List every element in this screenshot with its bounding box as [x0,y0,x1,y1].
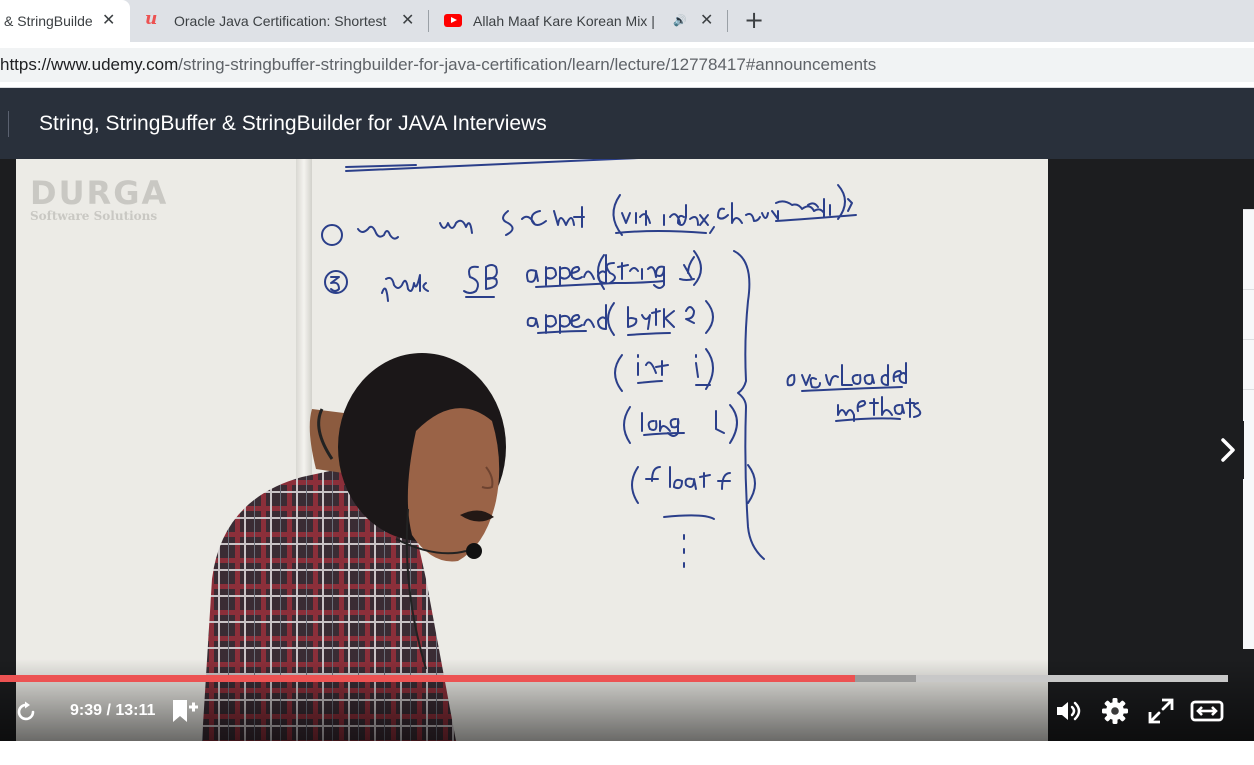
panel-divider [1243,289,1254,290]
fullscreen-icon [1148,698,1174,724]
speaker-icon[interactable]: 🔊 [673,14,687,27]
course-title[interactable]: String, StringBuffer & StringBuilder for… [39,112,547,136]
url-field[interactable]: https://www.udemy.com/string-stringbuffe… [0,48,1254,82]
progress-played [0,675,855,682]
add-bookmark-button[interactable] [170,697,200,725]
tab-separator [727,10,728,32]
youtube-icon [444,14,462,27]
settings-button[interactable] [1100,696,1130,726]
close-icon[interactable]: ✕ [102,10,115,29]
tab-youtube[interactable]: Allah Maaf Kare Korean Mix | 🔊 ✕ [429,0,727,42]
volume-button[interactable] [1054,697,1084,725]
course-header: String, StringBuffer & StringBuilder for… [0,88,1254,159]
page-bottom [0,741,1254,765]
close-icon[interactable]: ✕ [401,10,414,29]
rewind-button[interactable] [14,699,40,725]
expand-view-button[interactable] [1190,698,1224,724]
tab-title: Oracle Java Certification: Shortest [174,13,387,29]
tab-title: & StringBuilder for JAVA Interviews [4,13,92,29]
tab-current[interactable]: & StringBuilder for JAVA Interviews ✕ [0,0,130,42]
playback-time: 9:39 / 13:11 [70,702,156,719]
video-frame[interactable]: DURGA Software Solutions [16,159,1048,741]
video-player[interactable]: DURGA Software Solutions 9:39 / 13:11 [0,159,1254,741]
new-tab-icon[interactable]: + [744,8,764,32]
instructor-figure [202,353,506,741]
progress-bar[interactable] [0,675,1228,682]
chevron-right-icon [1221,438,1235,462]
tab-oracle-java[interactable]: u Oracle Java Certification: Shortest ✕ [130,0,428,42]
panel-divider [1243,209,1254,210]
theater-mode-icon [1190,700,1224,722]
browser-tab-strip: & StringBuilder for JAVA Interviews ✕ u … [0,0,1254,42]
address-bar: https://www.udemy.com/string-stringbuffe… [0,42,1254,88]
url-path: /string-stringbuffer-stringbuilder-for-j… [178,55,877,74]
udemy-icon: u [145,9,158,29]
side-panel [1243,209,1254,649]
header-divider [8,111,9,137]
next-lecture-button[interactable] [1212,421,1244,479]
panel-divider [1243,389,1254,390]
tab-title: Allah Maaf Kare Korean Mix | [473,13,655,29]
close-icon[interactable]: ✕ [700,10,713,29]
volume-icon [1057,701,1081,721]
url-host: https://www.udemy.com [0,55,179,74]
gear-icon [1102,698,1128,724]
rewind-icon [17,701,35,721]
bookmark-add-icon [173,700,198,722]
fullscreen-button[interactable] [1146,696,1176,726]
panel-divider [1243,339,1254,340]
